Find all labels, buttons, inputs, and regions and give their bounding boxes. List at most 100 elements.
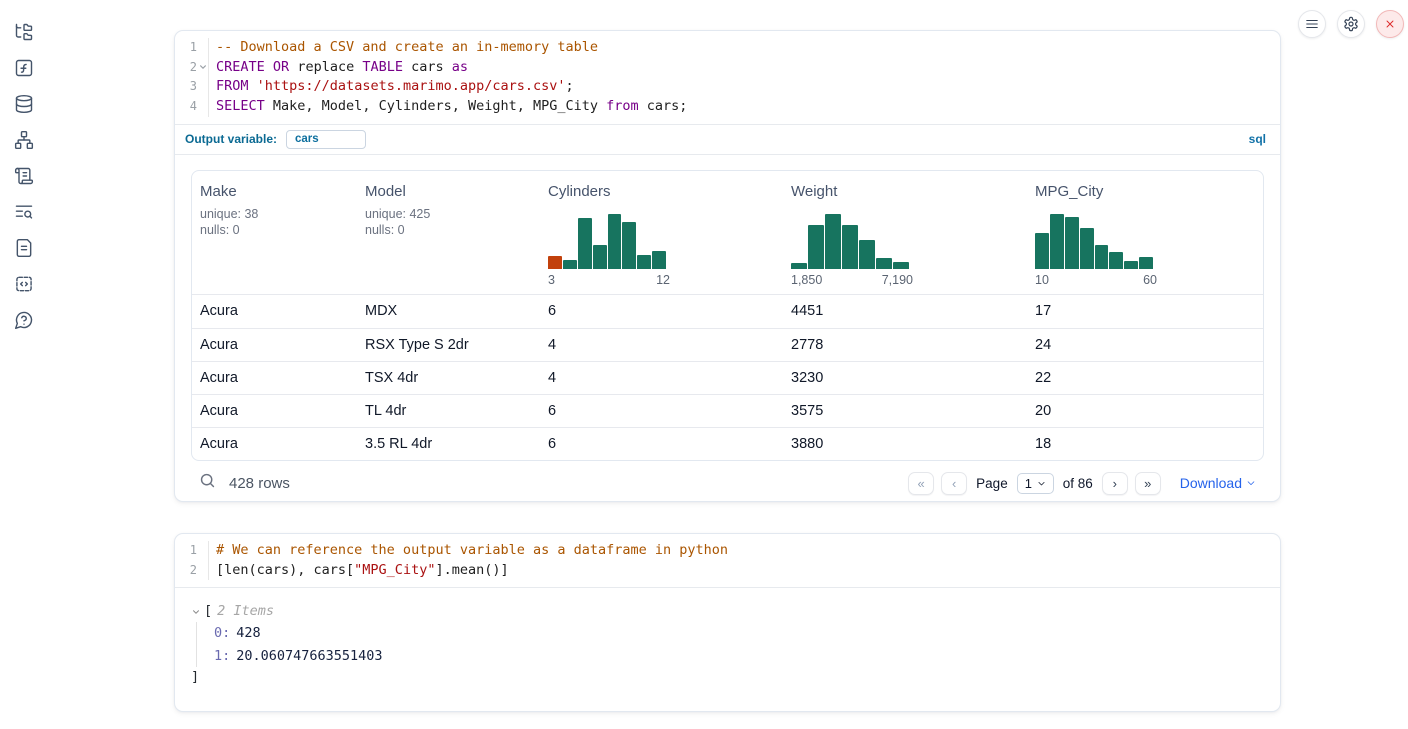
first-page-button[interactable]: « [908,472,934,495]
code-text: # We can reference the output variable a… [208,541,1280,561]
axis-min-label: 1,850 [791,273,822,287]
axis-min-label: 3 [548,273,555,287]
python-code-editor[interactable]: 1 # We can reference the output variable … [175,534,1280,587]
python-output: [ 2 Items 0:4281:20.060747663551403 ] [175,587,1280,687]
sidebar [0,0,48,729]
row-count: 428 rows [229,475,290,492]
scroll-icon[interactable] [14,166,34,186]
pagination: « ‹ Page 1 of 86 › » Download [908,472,1256,495]
code-line[interactable]: 2CREATE OR replace TABLE cars as [175,58,1280,78]
download-label: Download [1180,475,1242,491]
column-title: Cylinders [548,183,783,200]
column-header-cylinders[interactable]: Cylinders 3 12 [540,171,783,294]
table-row[interactable]: AcuraTL 4dr6357520 [192,394,1263,427]
code-line[interactable]: 3FROM 'https://datasets.marimo.app/cars.… [175,77,1280,97]
table-cell: 3.5 RL 4dr [357,436,540,452]
column-header-model[interactable]: Model unique: 425 nulls: 0 [357,171,540,294]
top-controls [1298,10,1404,38]
table-cell: Acura [192,337,357,353]
fold-chevron-icon[interactable] [197,58,208,78]
table-cell: 2778 [783,337,1027,353]
axis-min-label: 10 [1035,273,1049,287]
next-page-button[interactable]: › [1102,472,1128,495]
code-line[interactable]: 2[len(cars), cars["MPG_City"].mean()] [175,561,1280,581]
table-cell: MDX [357,303,540,319]
table-cell: 18 [1027,436,1263,452]
histogram-bar [1035,233,1049,269]
table-cell: 3880 [783,436,1027,452]
table-row[interactable]: Acura3.5 RL 4dr6388018 [192,427,1263,460]
file-tree-icon[interactable] [14,22,34,42]
table-footer: 428 rows « ‹ Page 1 of 86 › » Download [191,461,1264,502]
histogram-bar [808,225,824,269]
code-line[interactable]: 1 # We can reference the output variable … [175,541,1280,561]
table-output: Make unique: 38 nulls: 0 Model unique: 4… [175,155,1280,502]
function-square-icon[interactable] [14,58,34,78]
column-header-mpg-city[interactable]: MPG_City 10 60 [1027,171,1263,294]
tree-item-value: 20.060747663551403 [236,648,382,664]
sql-cell: 1-- Download a CSV and create an in-memo… [174,30,1281,502]
page-total-label: of 86 [1063,476,1093,491]
language-badge: sql [1249,132,1266,146]
mpg-city-histogram [1035,214,1153,269]
code-snippets-icon[interactable] [14,274,34,294]
output-variable-input[interactable]: cars [286,130,366,149]
tree-item-value: 428 [236,625,260,641]
dependency-graph-icon[interactable] [14,130,34,150]
line-number: 4 [175,97,197,117]
line-number: 1 [175,38,197,58]
table-cell: 6 [540,403,783,419]
hamburger-menu-button[interactable] [1298,10,1326,38]
line-number: 2 [175,561,197,581]
tree-open-bracket: [ [204,601,212,622]
download-button[interactable]: Download [1180,475,1256,491]
output-variable-row: Output variable: cars sql [175,124,1280,155]
histogram-bar [622,222,636,269]
code-text: CREATE OR replace TABLE cars as [208,58,1280,78]
chevron-down-icon[interactable] [191,607,201,617]
column-header-make[interactable]: Make unique: 38 nulls: 0 [192,171,357,294]
database-icon[interactable] [14,94,34,114]
code-line[interactable]: 1-- Download a CSV and create an in-memo… [175,38,1280,58]
histogram-bar [1050,214,1064,269]
close-button[interactable] [1376,10,1404,38]
table-row[interactable]: AcuraRSX Type S 2dr4277824 [192,328,1263,361]
code-line[interactable]: 4 SELECT Make, Model, Cylinders, Weight, … [175,97,1280,117]
column-title: MPG_City [1035,183,1263,200]
tree-items: 0:4281:20.060747663551403 [196,622,1264,667]
tree-item: 1:20.060747663551403 [214,645,1264,668]
column-title: Weight [791,183,1027,200]
page-number-select[interactable]: 1 [1017,473,1054,494]
histogram-bar [608,214,622,269]
code-text: SELECT Make, Model, Cylinders, Weight, M… [208,97,1280,117]
tree-item-count: 2 Items [217,601,274,622]
last-page-button[interactable]: » [1135,472,1161,495]
histogram-bar [593,245,607,269]
column-nulls-stat: nulls: 0 [365,222,540,239]
histogram-axis-labels: 10 60 [1035,273,1157,287]
line-number: 3 [175,77,197,97]
document-icon[interactable] [14,238,34,258]
axis-max-label: 12 [656,273,670,287]
column-title: Model [365,183,540,200]
data-table: Make unique: 38 nulls: 0 Model unique: 4… [191,170,1264,461]
column-header-weight[interactable]: Weight 1,850 7,190 [783,171,1027,294]
previous-page-button[interactable]: ‹ [941,472,967,495]
column-unique-stat: unique: 425 [365,206,540,223]
list-search-icon[interactable] [14,202,34,222]
help-bubble-icon[interactable] [14,310,34,330]
table-row[interactable]: AcuraTSX 4dr4323022 [192,361,1263,394]
histogram-bar [578,218,592,269]
histogram-bar [842,225,858,269]
histogram-bar [1080,228,1094,269]
settings-gear-button[interactable] [1337,10,1365,38]
column-title: Make [200,183,357,200]
histogram-bar [1065,217,1079,269]
sql-code-editor[interactable]: 1-- Download a CSV and create an in-memo… [175,31,1280,124]
table-row[interactable]: AcuraMDX6445117 [192,295,1263,328]
line-number: 1 [175,541,197,561]
table-cell: 17 [1027,303,1263,319]
search-icon[interactable] [199,472,216,494]
weight-histogram [791,214,909,269]
table-body: AcuraMDX6445117AcuraRSX Type S 2dr427782… [192,295,1263,460]
